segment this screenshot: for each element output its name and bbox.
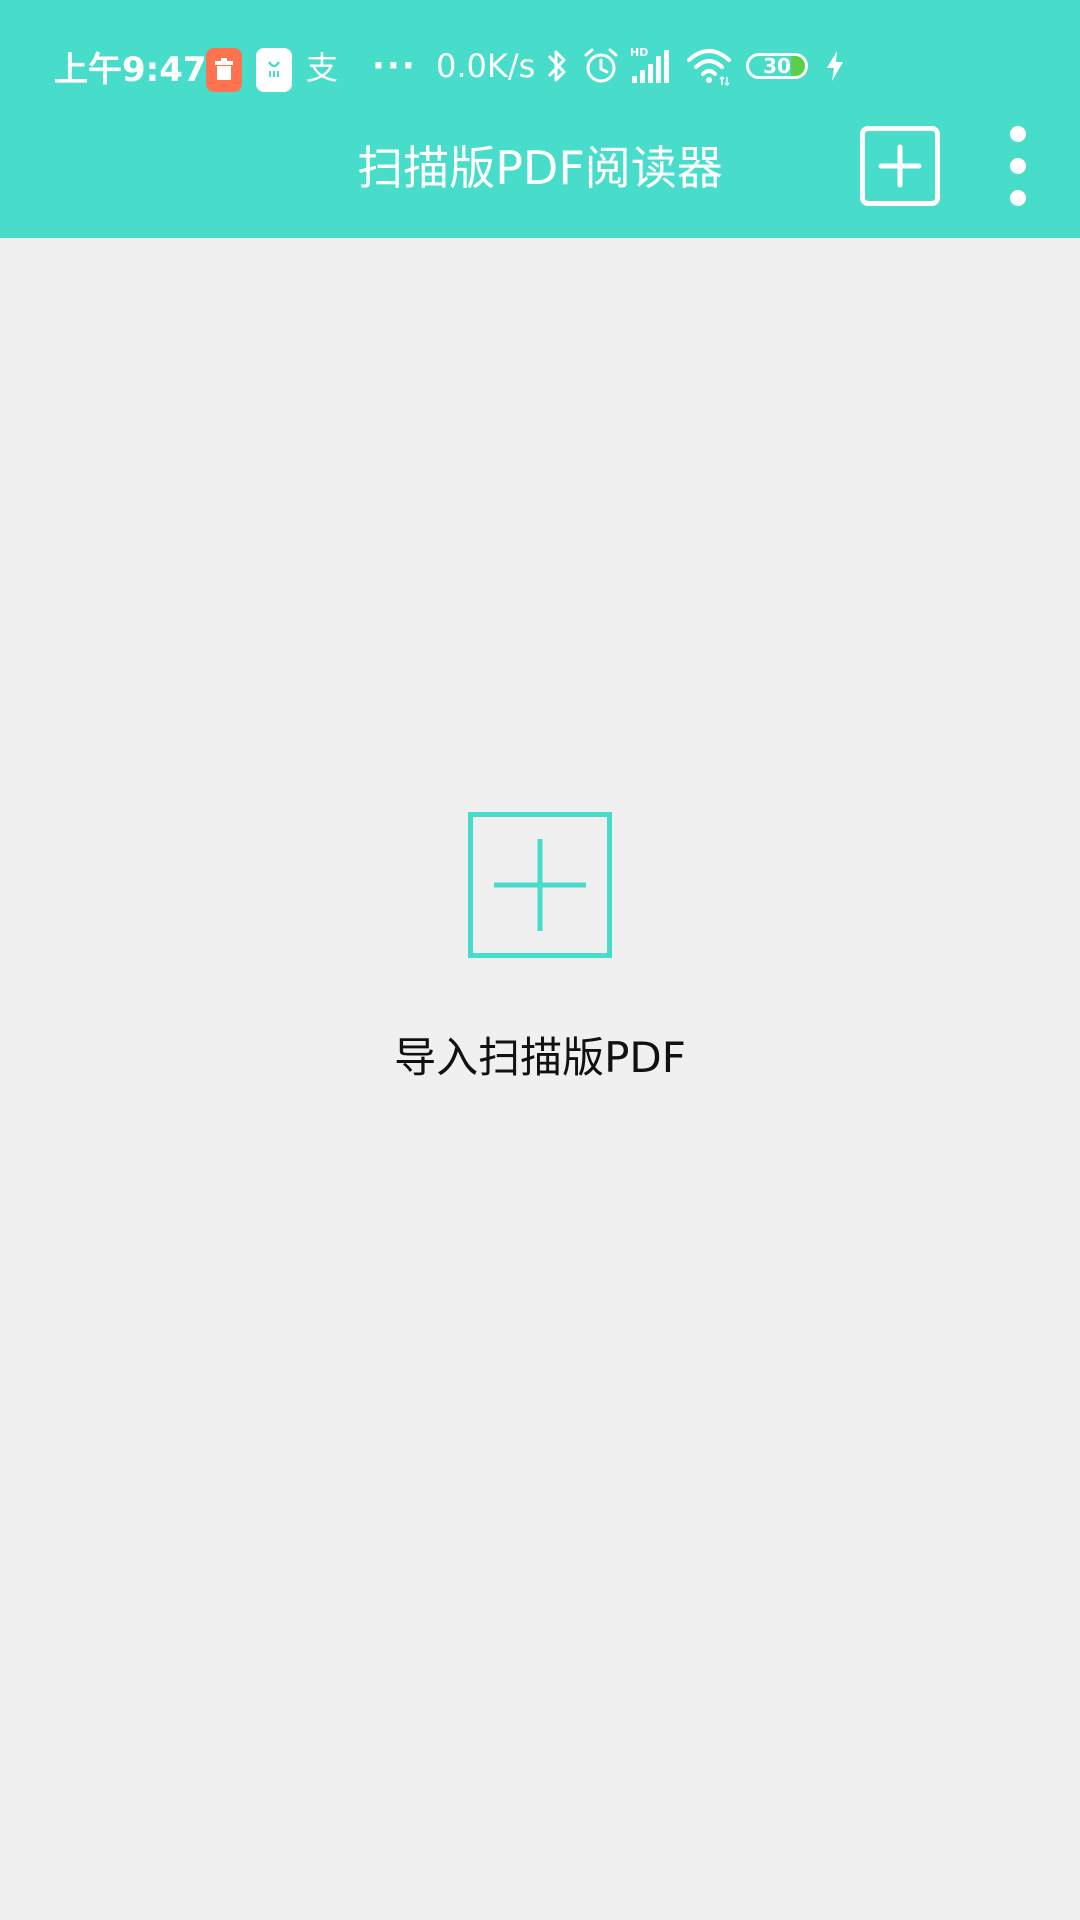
alarm-icon <box>582 44 620 88</box>
battery-indicator: 30 <box>746 44 808 88</box>
cellular-signal-icon: HD <box>630 44 674 88</box>
battery-level: 30 <box>763 54 791 78</box>
signal-hd-label: HD <box>630 46 648 59</box>
overflow-menu-button[interactable] <box>996 126 1040 206</box>
mi-store-icon <box>256 48 292 92</box>
plus-icon <box>878 144 922 188</box>
plus-icon <box>494 839 586 931</box>
bluetooth-icon <box>544 44 570 88</box>
app-header: 上午9:47 支 ··· 0.0K/s HD 30 扫描版PDF阅读器 <box>0 0 1080 238</box>
import-pdf-label[interactable]: 导入扫描版PDF <box>0 1030 1080 1086</box>
menu-dot-icon <box>1010 190 1026 206</box>
charging-icon <box>824 44 846 88</box>
add-file-button[interactable] <box>860 126 940 206</box>
menu-dot-icon <box>1010 158 1026 174</box>
alipay-icon: 支 <box>306 49 339 87</box>
status-time: 上午9:47 <box>54 49 207 90</box>
battery-fill <box>791 56 805 76</box>
more-notifications-icon: ··· <box>372 46 417 86</box>
status-bar: 上午9:47 支 ··· 0.0K/s HD 30 <box>0 0 1080 130</box>
notification-app-icon <box>206 48 242 92</box>
network-speed: 0.0K/s <box>436 47 536 85</box>
wifi-icon <box>686 44 732 88</box>
menu-dot-icon <box>1010 126 1026 142</box>
battery-icon: 30 <box>746 53 808 79</box>
import-pdf-button[interactable] <box>468 812 612 958</box>
